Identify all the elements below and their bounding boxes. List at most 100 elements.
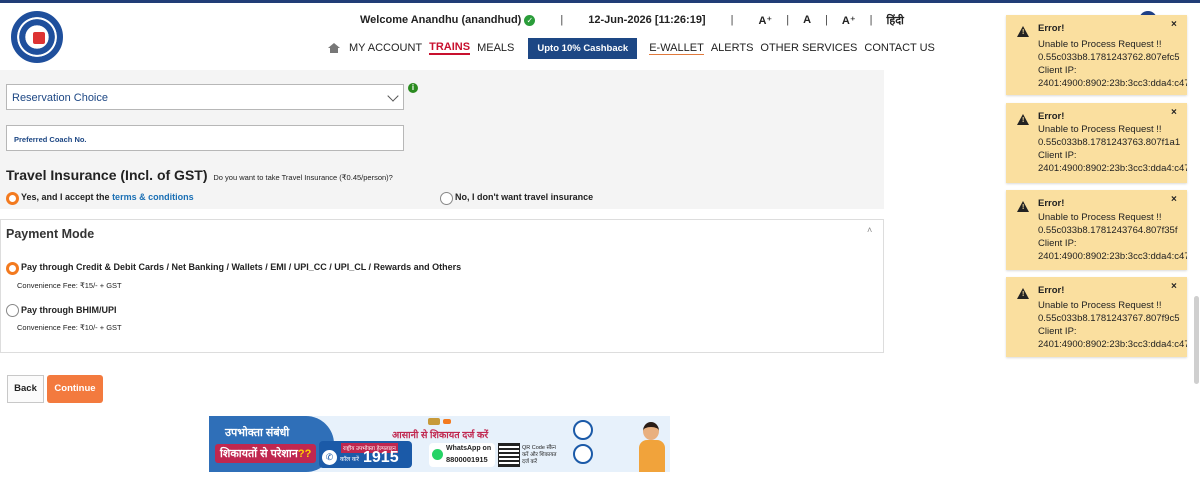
g20-logo-icon — [443, 419, 451, 424]
nav-contact-us[interactable]: CONTACT US — [864, 42, 935, 54]
payment-bhim-fee: Convenience Fee: ₹10/- + GST — [17, 323, 122, 332]
back-button[interactable]: Back — [7, 375, 44, 403]
info-icon[interactable]: i — [408, 83, 418, 93]
reservation-choice-value: Reservation Choice — [12, 92, 108, 104]
toast-ip: 2401:4900:8902:23b:3cc3:dda4:c47 — [1038, 163, 1187, 174]
whatsapp-label: WhatsApp on — [446, 445, 492, 452]
insurance-title: Travel Insurance (Incl. of GST) — [6, 167, 208, 183]
verified-icon: ✓ — [524, 14, 536, 26]
helpline-number: 1915 — [363, 449, 399, 466]
warning-mark: ! — [1022, 29, 1025, 36]
nav-e-wallet[interactable]: E-WALLET — [649, 42, 704, 55]
close-icon[interactable]: × — [1171, 281, 1177, 292]
toast-ip-label: Client IP: — [1038, 65, 1077, 76]
nav-alerts[interactable]: ALERTS — [711, 42, 754, 54]
error-toast: ! Error! × Unable to Process Request !! … — [1006, 103, 1187, 183]
divider: | — [825, 14, 828, 26]
app-icon — [573, 444, 593, 464]
toast-ip: 2401:4900:8902:23b:3cc3:dda4:c47 — [1038, 251, 1187, 262]
nav-other-services[interactable]: OTHER SERVICES — [760, 42, 857, 54]
toast-ip-label: Client IP: — [1038, 150, 1077, 161]
divider: | — [560, 14, 564, 26]
font-increase-button[interactable]: A⁺ — [758, 14, 772, 27]
travel-insurance-heading: Travel Insurance (Incl. of GST) Do you w… — [6, 167, 393, 183]
toast-ip-label: Client IP: — [1038, 326, 1077, 337]
divider: | — [786, 14, 790, 26]
app-icons — [571, 418, 595, 470]
payment-bhim-label[interactable]: Pay through BHIM/UPI — [21, 305, 117, 315]
toast-title: Error! — [1038, 23, 1065, 34]
home-icon[interactable] — [328, 43, 340, 53]
insurance-yes-radio[interactable] — [6, 192, 19, 205]
woman-illustration — [637, 418, 667, 472]
irctc-logo[interactable] — [11, 11, 63, 63]
font-large-button[interactable]: A⁺ — [842, 14, 856, 27]
page-scrollbar[interactable] — [1194, 296, 1199, 384]
qr-code-icon — [498, 443, 520, 467]
insurance-no-label[interactable]: No, I don't want travel insurance — [455, 192, 593, 202]
whatsapp-box: WhatsApp on 8800001915 — [429, 443, 495, 467]
call-text: कॉल करें — [340, 457, 359, 463]
font-normal-button[interactable]: A — [803, 14, 811, 26]
terms-link[interactable]: terms & conditions — [112, 192, 194, 202]
insurance-no-radio[interactable] — [440, 192, 453, 205]
helpline-call-box: राष्ट्रीय उपभोक्ता हेल्पलाइन ✆ कॉल करें … — [319, 441, 412, 468]
language-toggle[interactable]: हिंदी — [887, 13, 904, 28]
banner-line2: शिकायतों से परेशान?? — [215, 444, 317, 463]
banner-question-marks: ?? — [297, 448, 312, 460]
divider: | — [730, 14, 734, 26]
toast-ip: 2401:4900:8902:23b:3cc3:dda4:c47 — [1038, 78, 1187, 89]
error-toast: ! Error! × Unable to Process Request !! … — [1006, 277, 1187, 357]
nav-meals[interactable]: MEALS — [477, 42, 514, 54]
toast-code: 0.55c033b8.1781243767.807f9c5 — [1038, 313, 1180, 324]
banner-line2-text: शिकायतों से परेशान — [220, 448, 298, 460]
warning-mark: ! — [1022, 204, 1025, 211]
close-icon[interactable]: × — [1171, 19, 1177, 30]
toast-code: 0.55c033b8.1781243763.807f1a1 — [1038, 137, 1181, 148]
app-icon — [573, 420, 593, 440]
toast-message: Unable to Process Request !! — [1038, 212, 1162, 223]
payment-bhim-radio[interactable] — [6, 304, 19, 317]
illustration-body — [639, 440, 665, 472]
payment-cards-label[interactable]: Pay through Credit & Debit Cards / Net B… — [21, 262, 461, 272]
welcome-text: Welcome Anandhu (anandhud) — [360, 14, 522, 26]
toast-ip-label: Client IP: — [1038, 238, 1077, 249]
consumer-helpline-banner[interactable]: उपभोक्ता संबंधी शिकायतों से परेशान?? आसा… — [209, 416, 670, 472]
insurance-question: Do you want to take Travel Insurance (₹0… — [213, 173, 393, 182]
toast-message: Unable to Process Request !! — [1038, 300, 1162, 311]
warning-mark: ! — [1022, 291, 1025, 298]
nav-trains[interactable]: TRAINS — [429, 41, 471, 55]
toast-title: Error! — [1038, 198, 1065, 209]
phone-icon: ✆ — [322, 450, 337, 465]
reservation-choice-select[interactable]: Reservation Choice — [6, 84, 404, 110]
payment-cards-radio[interactable] — [6, 262, 19, 275]
toast-code: 0.55c033b8.1781243762.807efc5 — [1038, 52, 1180, 63]
error-toast: ! Error! × Unable to Process Request !! … — [1006, 15, 1187, 95]
payment-mode-title: Payment Mode — [6, 227, 95, 241]
top-border — [0, 0, 1200, 3]
insurance-yes-label[interactable]: Yes, and I accept the terms & conditions — [21, 192, 194, 202]
logo-emblem — [33, 32, 45, 44]
emblem-icon — [428, 418, 440, 425]
cashback-button[interactable]: Upto 10% Cashback — [528, 37, 638, 59]
toast-ip: 2401:4900:8902:23b:3cc3:dda4:c47 — [1038, 339, 1187, 350]
payment-cards-fee: Convenience Fee: ₹15/- + GST — [17, 281, 122, 290]
preferred-coach-input[interactable]: Preferred Coach No. — [6, 125, 404, 151]
welcome-bar: Welcome Anandhu (anandhud) ✓ | 12-Jun-20… — [360, 12, 904, 28]
close-icon[interactable]: × — [1171, 194, 1177, 205]
close-icon[interactable]: × — [1171, 107, 1177, 118]
nav-my-account[interactable]: MY ACCOUNT — [349, 42, 422, 54]
divider: | — [869, 14, 873, 26]
datetime: 12-Jun-2026 [11:26:19] — [588, 14, 706, 26]
insurance-yes-text: Yes, and I accept the — [21, 192, 110, 202]
toast-code: 0.55c033b8.1781243764.807f35f — [1038, 225, 1178, 236]
banner-line1: उपभोक्ता संबंधी — [225, 427, 290, 439]
whatsapp-number: 8800001915 — [446, 455, 488, 464]
continue-button[interactable]: Continue — [47, 375, 103, 403]
chevron-down-icon — [387, 90, 399, 102]
main-nav: MY ACCOUNT TRAINS MEALS Upto 10% Cashbac… — [328, 37, 942, 59]
banner-heading: आसानी से शिकायत दर्ज करें — [392, 430, 489, 441]
collapse-icon[interactable]: ˄ — [867, 225, 872, 235]
preferred-coach-placeholder: Preferred Coach No. — [14, 135, 87, 144]
whatsapp-icon — [432, 449, 443, 460]
